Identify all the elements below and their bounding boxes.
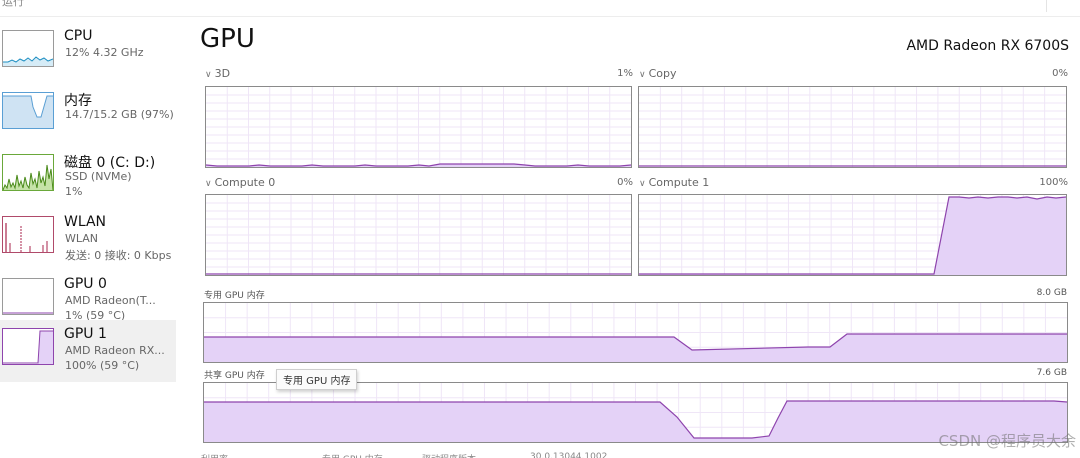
stat-label-dedicated-memory: 专用 GPU 内存 (322, 452, 383, 458)
gpu1-mini-graph-svg (3, 330, 53, 364)
title-bar-fragment-left: 运行 (2, 0, 24, 8)
stat-label-utilization: 利用率 (201, 452, 228, 458)
sidebar-item-name: GPU 0 (64, 276, 107, 292)
dedicated-memory-label: 专用 GPU 内存 (204, 291, 265, 301)
title-bar-divider (1046, 0, 1047, 12)
cpu-mini-graph (2, 30, 54, 67)
wlan-mini-graph (2, 216, 54, 253)
chevron-down-icon: ∨ (639, 70, 646, 80)
engine-graph-compute1 (638, 194, 1067, 276)
engine-selector-copy[interactable]: ∨ Copy (639, 67, 677, 80)
sidebar-item-name: CPU (64, 28, 93, 44)
gpu0-mini-graph-svg (3, 312, 53, 314)
sidebar-item-detail: AMD Radeon RX... (65, 344, 165, 357)
shared-memory-label: 共享 GPU 内存 (204, 371, 265, 381)
sidebar-item-detail: WLAN (65, 232, 99, 245)
sidebar-item-detail: 12% 4.32 GHz (65, 46, 144, 59)
engine-selector-compute0[interactable]: ∨ Compute 0 (205, 176, 275, 189)
sidebar-item-wlan[interactable]: WLAN WLAN 发送: 0 接收: 0 Kbps (0, 208, 176, 270)
chevron-down-icon: ∨ (205, 179, 212, 189)
memory-graph-svg (204, 303, 1067, 362)
engine-graph-svg (639, 87, 1066, 167)
performance-sidebar: CPU 12% 4.32 GHz 内存 14.7/15.2 GB (97%) 磁… (0, 22, 176, 458)
engine-percent: 1% (617, 68, 633, 79)
wlan-mini-graph-svg (5, 223, 48, 252)
sidebar-item-detail: 14.7/15.2 GB (97%) (65, 108, 174, 121)
watermark: CSDN @程序员大余 (938, 432, 1076, 450)
engine-graph-copy (638, 86, 1067, 168)
disk-mini-graph (2, 154, 54, 191)
sidebar-item-name: 磁盘 0 (C: D:) (64, 155, 156, 171)
dedicated-memory-graph (203, 302, 1068, 363)
sidebar-item-detail-2: 100% (59 °C) (65, 359, 140, 372)
gpu1-mini-graph (2, 328, 54, 365)
sidebar-item-memory[interactable]: 内存 14.7/15.2 GB (97%) (0, 84, 176, 146)
memory-mini-graph-svg (3, 95, 53, 128)
stat-value-driver-version: 30.0.13044.1002 (530, 452, 608, 458)
sidebar-item-name: WLAN (64, 214, 107, 230)
tooltip: 专用 GPU 内存 (276, 369, 358, 390)
sidebar-item-detail: SSD (NVMe) (65, 170, 132, 183)
sidebar-item-gpu1[interactable]: GPU 1 AMD Radeon RX... 100% (59 °C) (0, 320, 176, 382)
title-bar-fragment-right: · (962, 0, 966, 6)
sidebar-item-detail: AMD Radeon(T... (65, 294, 156, 307)
engine-graph-svg (639, 195, 1066, 275)
engine-selector-3d[interactable]: ∨ 3D (205, 67, 230, 80)
engine-graph-3d (205, 86, 632, 168)
engine-percent: 0% (1052, 68, 1068, 79)
engine-percent: 0% (617, 177, 633, 188)
engine-graph-compute0 (205, 194, 632, 276)
stat-label-driver-version: 驱动程序版本 (422, 452, 476, 458)
memory-mini-graph (2, 92, 54, 129)
engine-label: 3D (214, 67, 231, 80)
sidebar-item-detail-2: 发送: 0 接收: 0 Kbps (65, 249, 172, 262)
device-name: AMD Radeon RX 6700S (906, 38, 1069, 54)
engine-graph-svg (206, 195, 631, 275)
sidebar-item-detail-2: 1% (65, 185, 83, 198)
sidebar-item-name: 内存 (64, 93, 92, 109)
engine-label: Compute 0 (214, 176, 276, 189)
dedicated-memory-trace-fill (204, 334, 1067, 362)
shared-memory-max: 7.6 GB (1036, 368, 1067, 378)
engine-label: Compute 1 (648, 176, 710, 189)
page-title: GPU (200, 24, 255, 54)
title-bar: 运行 · (0, 0, 1080, 17)
gpu1-mini-graph-fill (38, 331, 53, 364)
sidebar-item-disk[interactable]: 磁盘 0 (C: D:) SSD (NVMe) 1% (0, 146, 176, 208)
sidebar-item-name: GPU 1 (64, 326, 107, 342)
engine-selector-compute1[interactable]: ∨ Compute 1 (639, 176, 709, 189)
chevron-down-icon: ∨ (205, 70, 212, 80)
engine-label: Copy (648, 67, 677, 80)
gpu0-mini-graph (2, 278, 54, 315)
cpu-mini-graph-svg (3, 56, 53, 66)
engine-percent: 100% (1039, 177, 1068, 188)
dedicated-memory-max: 8.0 GB (1036, 288, 1067, 298)
sidebar-item-cpu[interactable]: CPU 12% 4.32 GHz (0, 22, 176, 84)
engine-graph-svg (206, 87, 631, 167)
disk-mini-graph-svg (3, 164, 53, 190)
chevron-down-icon: ∨ (639, 179, 646, 189)
